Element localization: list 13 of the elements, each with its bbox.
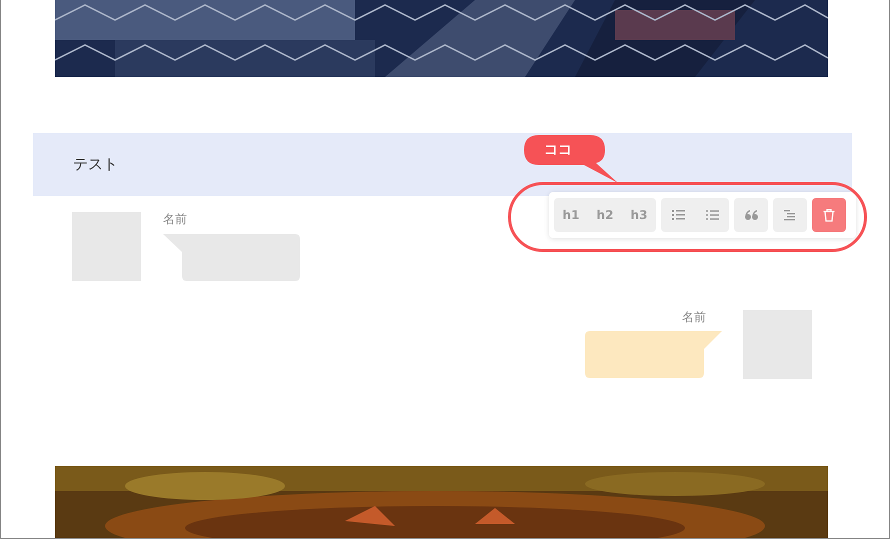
ordered-list-icon — [672, 210, 684, 220]
sender-name: 名前 — [163, 212, 188, 228]
bullet-list-icon — [706, 210, 718, 220]
heading-button[interactable]: h3 — [622, 198, 656, 232]
delete-button[interactable] — [812, 198, 846, 232]
trash-icon — [823, 208, 835, 222]
callout-text: ココ — [544, 142, 572, 158]
indent-icon — [784, 210, 796, 220]
heading-text: テスト — [73, 155, 118, 174]
heading-button[interactable]: h1 — [554, 198, 588, 232]
quote-icon — [744, 210, 758, 220]
sender-name: 名前 — [682, 310, 706, 326]
heading-button[interactable]: h2 — [588, 198, 622, 232]
